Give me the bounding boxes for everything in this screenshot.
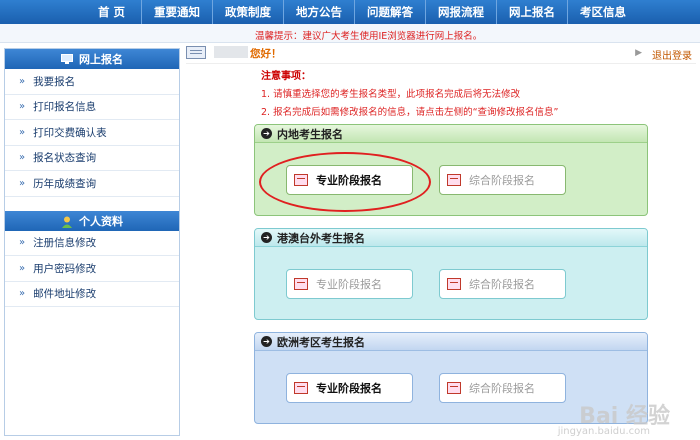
form-icon: [447, 278, 461, 290]
username-redacted: [214, 46, 248, 58]
double-chevron-icon: »: [19, 237, 25, 249]
double-chevron-icon: »: [19, 262, 25, 274]
sidebar-section-profile-header: 个人资料: [5, 210, 179, 231]
double-chevron-icon: »: [19, 288, 25, 300]
professional-stage-register-button[interactable]: 专业阶段报名: [286, 373, 413, 403]
panel-title: 内地考生报名: [277, 127, 343, 141]
arrow-right-icon: ▶: [635, 48, 642, 58]
sidebar-item-label: 我要报名: [33, 75, 76, 88]
panel-header: ➔ 港澳台外考生报名: [255, 229, 647, 247]
main-header: 您好！ ▶ 退出登录: [186, 44, 696, 64]
panel-title: 欧洲考区考生报名: [277, 335, 365, 349]
button-label: 综合阶段报名: [469, 174, 535, 187]
sidebar-item-print-payment[interactable]: » 打印交费确认表: [5, 120, 179, 146]
form-icon: [294, 382, 308, 394]
nav-online-registration[interactable]: 网上报名: [496, 0, 567, 24]
button-label: 专业阶段报名: [316, 382, 382, 395]
nav-exam-area[interactable]: 考区信息: [567, 0, 638, 24]
sidebar-item-label: 邮件地址修改: [33, 288, 97, 301]
notice-title: 注意事项：: [261, 71, 311, 82]
button-label: 专业阶段报名: [316, 174, 382, 187]
form-icon: [294, 278, 308, 290]
comprehensive-stage-register-button[interactable]: 综合阶段报名: [439, 373, 566, 403]
sidebar-item-label: 用户密码修改: [33, 262, 97, 275]
comprehensive-stage-register-button[interactable]: 综合阶段报名: [439, 165, 566, 195]
panel-title: 港澳台外考生报名: [277, 231, 365, 245]
notice-line-2: 2. 报名完成后如需修改报名的信息，请点击左侧的“查询修改报名信息”: [261, 107, 559, 118]
double-chevron-icon: »: [19, 152, 25, 164]
greeting: 您好！: [250, 48, 282, 60]
sidebar-section-title: 个人资料: [79, 214, 123, 228]
sidebar-item-label: 注册信息修改: [33, 237, 97, 250]
double-chevron-icon: »: [19, 101, 25, 113]
nav-policy[interactable]: 政策制度: [212, 0, 283, 24]
panel-hk-macao-taiwan-foreign: ➔ 港澳台外考生报名 专业阶段报名 综合阶段报名: [254, 228, 648, 320]
arrow-circle-icon: ➔: [261, 128, 272, 139]
browser-tip: 温馨提示：建议广大考生使用IE浏览器进行网上报名。: [255, 31, 483, 42]
comprehensive-stage-register-button[interactable]: 综合阶段报名: [439, 269, 566, 299]
form-icon: [447, 382, 461, 394]
sidebar-item-register[interactable]: » 我要报名: [5, 69, 179, 95]
sidebar: 网上报名 » 我要报名 » 打印报名信息 » 打印交费确认表 » 报名状态查询 » 历年成…: [4, 48, 180, 436]
button-label: 综合阶段报名: [469, 278, 535, 291]
sidebar-item-edit-registration[interactable]: » 注册信息修改: [5, 231, 179, 256]
sidebar-section-registration-header: 网上报名: [5, 49, 179, 69]
sidebar-item-change-password[interactable]: » 用户密码修改: [5, 256, 179, 282]
panel-mainland: ➔ 内地考生报名 专业阶段报名 综合阶段报名: [254, 124, 648, 216]
professional-stage-register-button[interactable]: 专业阶段报名: [286, 165, 413, 195]
sidebar-item-status-query[interactable]: » 报名状态查询: [5, 146, 179, 171]
nav-local-announcements[interactable]: 地方公告: [283, 0, 354, 24]
top-nav: 首 页 重要通知 政策制度 地方公告 问题解答 网报流程 网上报名 考区信息: [0, 0, 700, 24]
arrow-circle-icon: ➔: [261, 232, 272, 243]
panel-header: ➔ 欧洲考区考生报名: [255, 333, 647, 351]
logout-link[interactable]: 退出登录: [652, 47, 692, 62]
nav-home[interactable]: 首 页: [82, 0, 141, 24]
double-chevron-icon: »: [19, 126, 25, 138]
sidebar-item-score-history[interactable]: » 历年成绩查询: [5, 171, 179, 197]
nav-notices[interactable]: 重要通知: [141, 0, 212, 24]
panel-header: ➔ 内地考生报名: [255, 125, 647, 143]
form-icon: [294, 174, 308, 186]
professional-stage-register-button[interactable]: 专业阶段报名: [286, 269, 413, 299]
sidebar-item-label: 报名状态查询: [33, 152, 97, 165]
notice-line-1: 1. 请慎重选择您的考生报名类型，此项报名完成后将无法修改: [261, 89, 521, 100]
sidebar-section-title: 网上报名: [79, 53, 123, 66]
double-chevron-icon: »: [19, 75, 25, 87]
document-icon: [186, 46, 206, 59]
arrow-circle-icon: ➔: [261, 336, 272, 347]
monitor-icon: [61, 54, 73, 64]
sidebar-item-label: 打印交费确认表: [33, 126, 107, 139]
button-label: 综合阶段报名: [469, 382, 535, 395]
sidebar-item-label: 历年成绩查询: [33, 177, 97, 190]
sidebar-item-change-email[interactable]: » 邮件地址修改: [5, 282, 179, 307]
nav-process[interactable]: 网报流程: [425, 0, 496, 24]
sidebar-item-label: 打印报名信息: [33, 101, 97, 114]
sidebar-item-print-info[interactable]: » 打印报名信息: [5, 95, 179, 120]
button-label: 专业阶段报名: [316, 278, 382, 291]
double-chevron-icon: »: [19, 177, 25, 189]
user-icon: [61, 216, 73, 228]
nav-faq[interactable]: 问题解答: [354, 0, 425, 24]
watermark-url: jingyan.baidu.com: [557, 426, 650, 437]
form-icon: [447, 174, 461, 186]
tip-bar: 温馨提示：建议广大考生使用IE浏览器进行网上报名。: [0, 24, 700, 43]
